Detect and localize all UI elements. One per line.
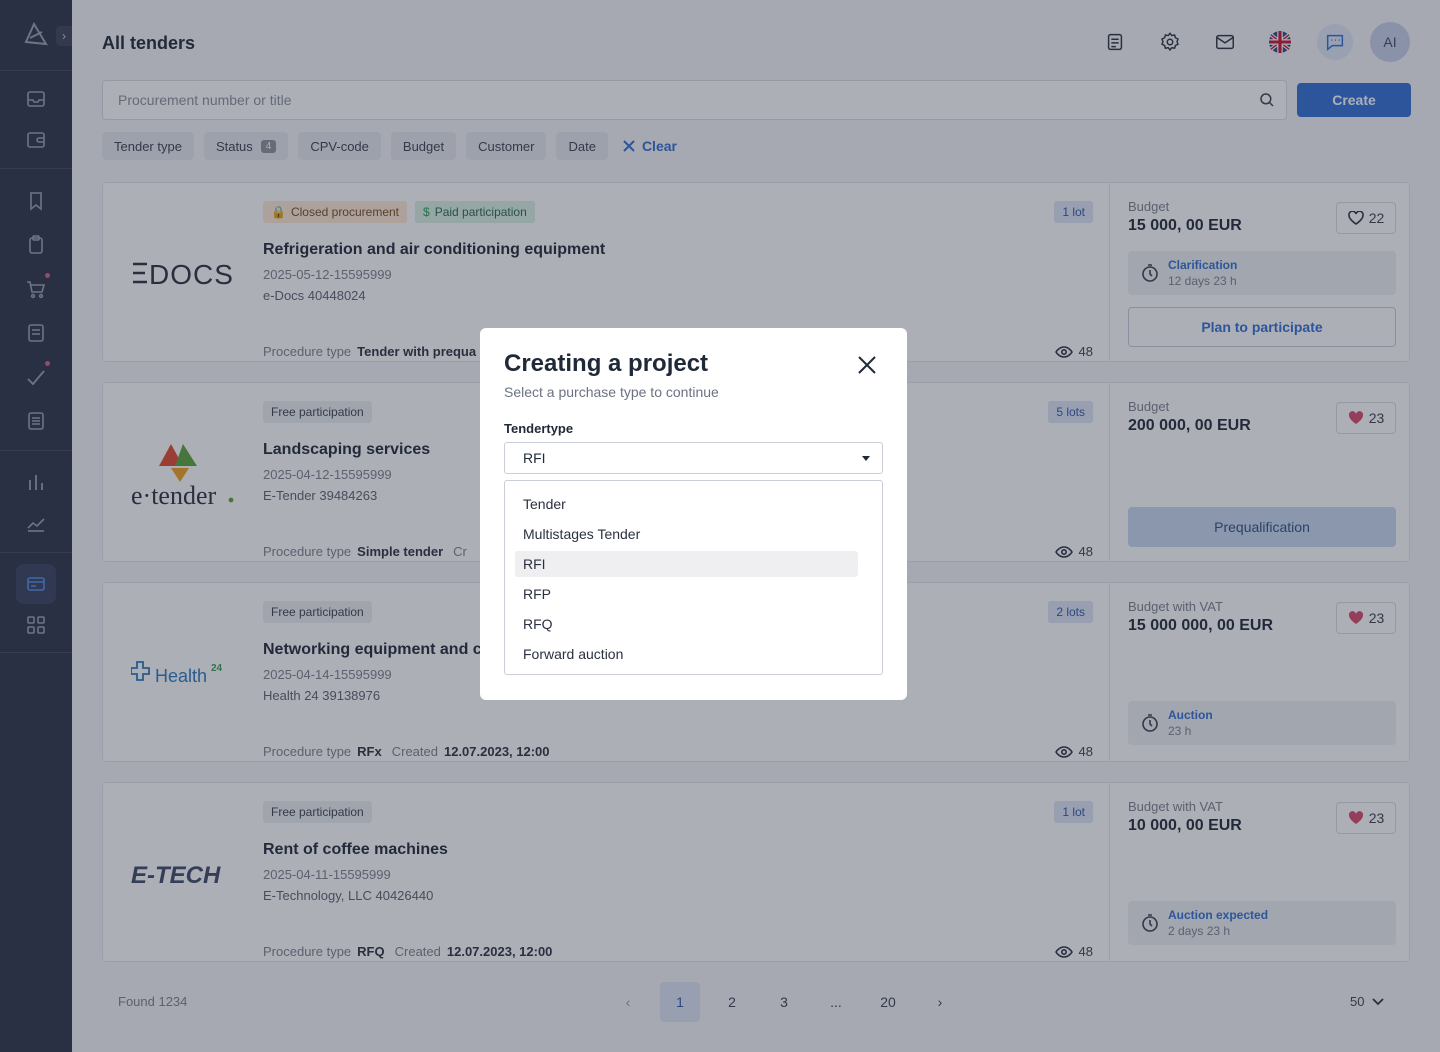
create-project-modal: Creating a project Select a purchase typ…: [480, 328, 907, 700]
option-forward-auction[interactable]: Forward auction: [515, 641, 858, 667]
modal-title: Creating a project: [504, 350, 709, 377]
close-icon[interactable]: [854, 352, 880, 378]
option-rfq[interactable]: RFQ: [515, 611, 858, 637]
option-multistages-tender[interactable]: Multistages Tender: [515, 521, 858, 547]
option-rfp[interactable]: RFP: [515, 581, 858, 607]
option-rfi[interactable]: RFI: [515, 551, 858, 577]
modal-subtitle: Select a purchase type to continue: [504, 384, 719, 400]
tender-type-select[interactable]: RFI: [504, 442, 883, 474]
option-tender[interactable]: Tender: [515, 491, 858, 517]
select-value: RFI: [523, 450, 546, 466]
tender-type-dropdown: Tender Multistages Tender RFI RFP RFQ Fo…: [504, 480, 883, 675]
caret-down-icon: [862, 456, 870, 461]
tender-type-label: Tendertype: [504, 421, 574, 436]
